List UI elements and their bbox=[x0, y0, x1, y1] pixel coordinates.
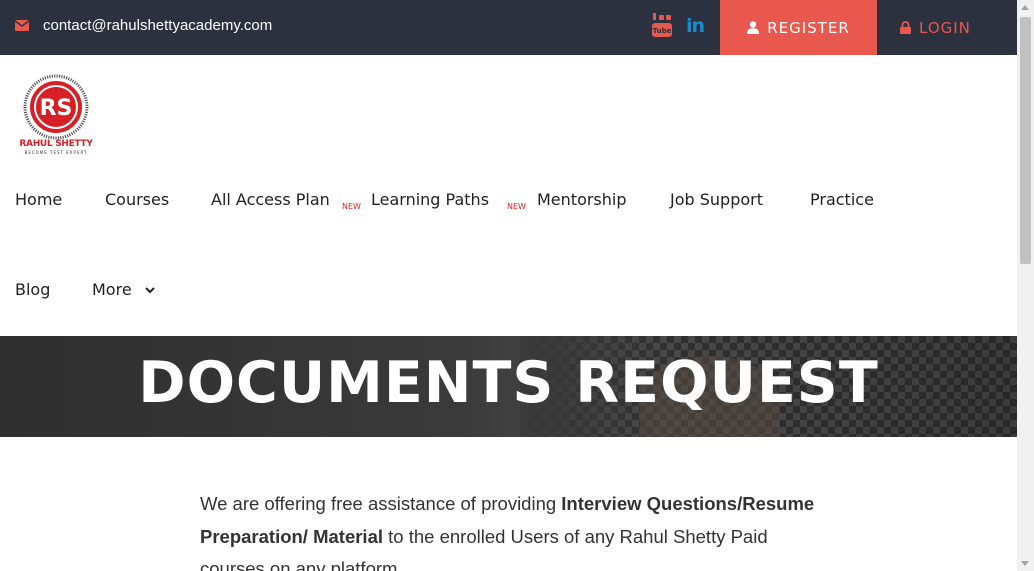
scroll-thumb[interactable] bbox=[1020, 17, 1031, 264]
logo-name: RAHUL SHETTY bbox=[19, 139, 93, 149]
scroll-up-arrow-icon[interactable] bbox=[1021, 5, 1029, 10]
svg-text:RS: RS bbox=[40, 96, 73, 121]
page-scrollbar[interactable] bbox=[1017, 0, 1034, 571]
top-bar: contact@rahulshettyacademy.com Tube in R… bbox=[0, 0, 1017, 55]
new-badge: NEW bbox=[507, 202, 526, 211]
nav-courses[interactable]: Courses bbox=[105, 190, 169, 209]
nav-more-label: More bbox=[92, 280, 132, 299]
nav-job-support[interactable]: Job Support bbox=[670, 190, 763, 209]
nav-mentorship[interactable]: Mentorship bbox=[537, 190, 627, 209]
linkedin-icon[interactable]: in bbox=[686, 15, 705, 37]
intro-paragraph: We are offering free assistance of provi… bbox=[200, 488, 830, 571]
nav-learning-paths[interactable]: Learning Paths bbox=[371, 190, 489, 209]
nav-all-access-plan[interactable]: All Access Plan bbox=[211, 190, 330, 209]
new-badge: NEW bbox=[342, 202, 361, 211]
nav-more[interactable]: More bbox=[92, 280, 155, 299]
login-button[interactable]: LOGIN bbox=[900, 0, 1000, 55]
page-title: DOCUMENTS REQUEST bbox=[138, 350, 879, 416]
nav-blog[interactable]: Blog bbox=[15, 280, 50, 299]
intro-text-1: We are offering free assistance of provi… bbox=[200, 493, 562, 514]
user-icon bbox=[747, 21, 760, 34]
youtube-icon[interactable]: Tube bbox=[652, 13, 672, 37]
lock-icon bbox=[900, 21, 911, 34]
scroll-down-arrow-icon[interactable] bbox=[1021, 561, 1029, 566]
register-label: REGISTER bbox=[767, 18, 850, 37]
mail-icon bbox=[15, 20, 29, 31]
logo-tagline: BECOME TEST EXPERT bbox=[24, 150, 88, 155]
login-label: LOGIN bbox=[919, 18, 971, 37]
nav-home[interactable]: Home bbox=[15, 190, 62, 209]
contact-email-link[interactable]: contact@rahulshettyacademy.com bbox=[43, 17, 272, 34]
register-button[interactable]: REGISTER bbox=[720, 0, 877, 55]
chevron-down-icon bbox=[145, 287, 155, 294]
svg-text:Tube: Tube bbox=[653, 27, 672, 35]
nav-practice[interactable]: Practice bbox=[810, 190, 874, 209]
